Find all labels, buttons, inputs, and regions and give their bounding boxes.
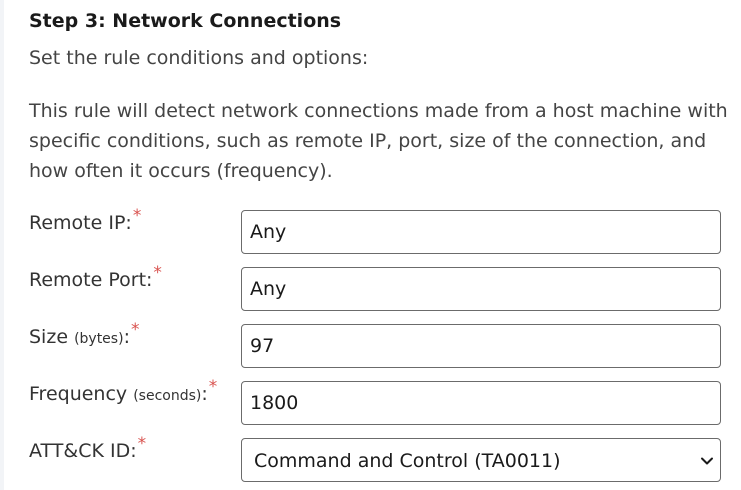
- remote-port-label-text: Remote Port:: [29, 269, 153, 291]
- size-unit-hint: (bytes): [74, 331, 124, 347]
- rule-description: This rule will detect network connection…: [29, 100, 728, 182]
- chevron-down-icon: [701, 457, 713, 465]
- remote-ip-label: Remote IP:*: [29, 206, 141, 234]
- required-asterisk: *: [153, 263, 162, 283]
- required-asterisk: *: [137, 434, 147, 454]
- frequency-unit-hint: (seconds): [133, 388, 202, 404]
- attck-id-label-text: ATT&CK ID:: [29, 440, 137, 462]
- remote-ip-input[interactable]: [241, 210, 721, 254]
- size-label: Size (bytes):*: [29, 320, 139, 348]
- attck-id-label: ATT&CK ID:*: [29, 434, 146, 462]
- attck-id-select[interactable]: Command and Control (TA0011): [241, 438, 721, 482]
- remote-port-input[interactable]: [241, 267, 721, 311]
- size-input[interactable]: [241, 324, 721, 368]
- frequency-input[interactable]: [241, 381, 721, 425]
- required-asterisk: *: [208, 377, 218, 397]
- frequency-label-text: Frequency: [29, 383, 128, 405]
- size-label-colon: :: [123, 326, 130, 348]
- remote-ip-label-text: Remote IP:: [29, 212, 132, 234]
- required-asterisk: *: [130, 320, 140, 340]
- remote-port-label: Remote Port:*: [29, 263, 162, 291]
- frequency-label: Frequency (seconds):*: [29, 377, 217, 405]
- step-subtitle: Set the rule conditions and options:: [29, 47, 369, 69]
- left-border: [0, 0, 4, 490]
- step-title: Step 3: Network Connections: [29, 10, 342, 32]
- frequency-label-colon: :: [201, 383, 208, 405]
- size-label-text: Size: [29, 326, 69, 348]
- attck-id-selected-value: Command and Control (TA0011): [254, 450, 561, 472]
- required-asterisk: *: [132, 206, 142, 226]
